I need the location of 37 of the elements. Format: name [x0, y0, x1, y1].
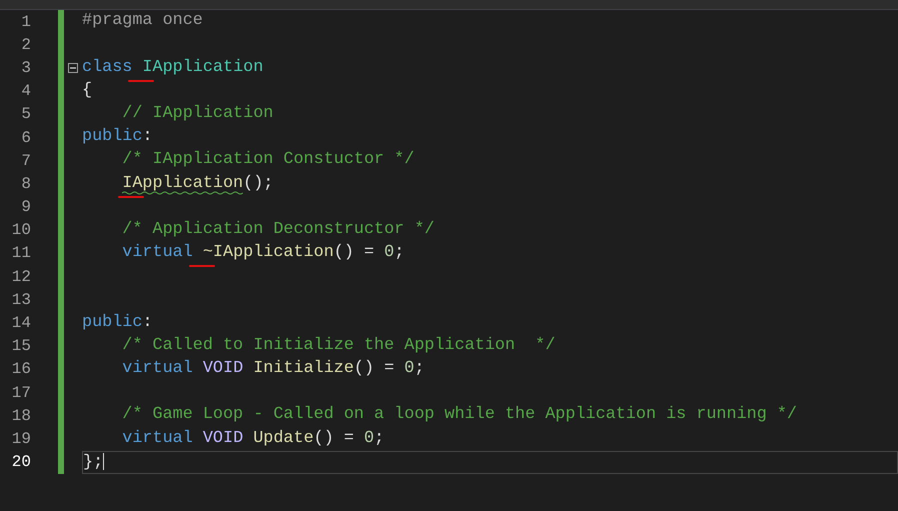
code-line: /* Called to Initialize the Application */ — [121, 338, 556, 355]
code-line: IApplication(); — [82, 176, 274, 192]
code-line: virtual VOID Initialize() = 0; — [121, 361, 424, 378]
line-number: 18 — [12, 406, 31, 427]
line-number: 20 — [12, 452, 31, 474]
line-number: 8 — [21, 174, 31, 195]
line-number: 16 — [12, 359, 31, 380]
code-line: /* Application Deconstructor */ — [121, 222, 434, 239]
code-line: #pragma once — [82, 13, 203, 30]
line-number: 17 — [12, 382, 31, 404]
line-number: 5 — [21, 104, 31, 126]
line-number: 15 — [12, 336, 31, 358]
code-line: /* IApplication Constuctor */ — [121, 152, 414, 170]
code-line: virtual VOID Update() = 0; — [121, 430, 384, 448]
code-line: { — [82, 82, 92, 100]
line-number: 2 — [21, 34, 31, 56]
line-number: 6 — [21, 128, 31, 149]
code-line: }; — [83, 452, 104, 472]
code-line: public: — [82, 129, 153, 146]
code-line: public: — [82, 314, 153, 332]
line-number: 19 — [12, 428, 31, 450]
line-number: 14 — [12, 313, 31, 334]
line-number: 7 — [21, 150, 31, 172]
collapse-icon[interactable] — [68, 62, 78, 73]
line-number: 4 — [21, 81, 31, 102]
line-number: 3 — [21, 58, 31, 79]
code-line: // IApplication — [121, 106, 274, 123]
code-line: virtual ~IApplication() = 0; — [82, 245, 404, 262]
line-number: 1 — [21, 12, 31, 33]
line-number: 12 — [12, 266, 31, 288]
line-number: 13 — [12, 290, 31, 311]
code-line: /* Game Loop - Called on a loop while the Application is running */ — [121, 407, 797, 424]
code-line: class IApplication — [82, 60, 264, 76]
text-cursor — [103, 452, 104, 470]
line-number: 9 — [21, 197, 31, 218]
line-number: 10 — [12, 220, 31, 242]
line-number: 11 — [12, 243, 31, 264]
